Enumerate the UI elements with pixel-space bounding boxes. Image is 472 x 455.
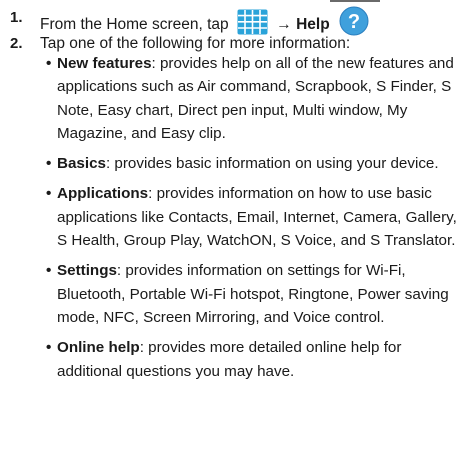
term-applications: Applications	[57, 185, 149, 203]
help-topics-list: • New features: provides help on all of …	[46, 52, 466, 390]
bullet-dot: •	[46, 339, 52, 357]
bullet-dot: •	[46, 55, 52, 72]
help-instructions-page: 1. From the Home screen, tap → Help ? 2.…	[0, 0, 472, 455]
desc-basics: : provides basic information on using yo…	[105, 155, 439, 173]
list-item-settings: • Settings: provides information on sett…	[46, 259, 466, 329]
list-item-online-help: • Online help: provides more detailed on…	[46, 336, 466, 383]
term-basics: Basics	[57, 155, 106, 173]
term-online-help: Online help	[57, 339, 140, 357]
step-1-instruction: From the Home screen, tap	[40, 16, 229, 33]
list-item-applications: • Applications: provides information on …	[46, 182, 466, 252]
list-item-new-features: • New features: provides help on all of …	[46, 52, 466, 145]
step-2-number: 2.	[10, 35, 23, 52]
bullet-dot: •	[46, 155, 52, 173]
term-settings: Settings	[57, 262, 117, 280]
cropped-text-fragment	[330, 0, 380, 2]
help-label: Help	[296, 16, 330, 33]
bullet-dot: •	[46, 262, 52, 280]
bullet-dot: •	[46, 185, 52, 203]
svg-text:?: ?	[348, 11, 360, 33]
arrow-symbol: →	[276, 16, 292, 33]
list-item-basics: • Basics: provides basic information on …	[46, 152, 466, 175]
term-new-features: New features	[57, 55, 152, 72]
step-1-number: 1.	[10, 9, 23, 26]
